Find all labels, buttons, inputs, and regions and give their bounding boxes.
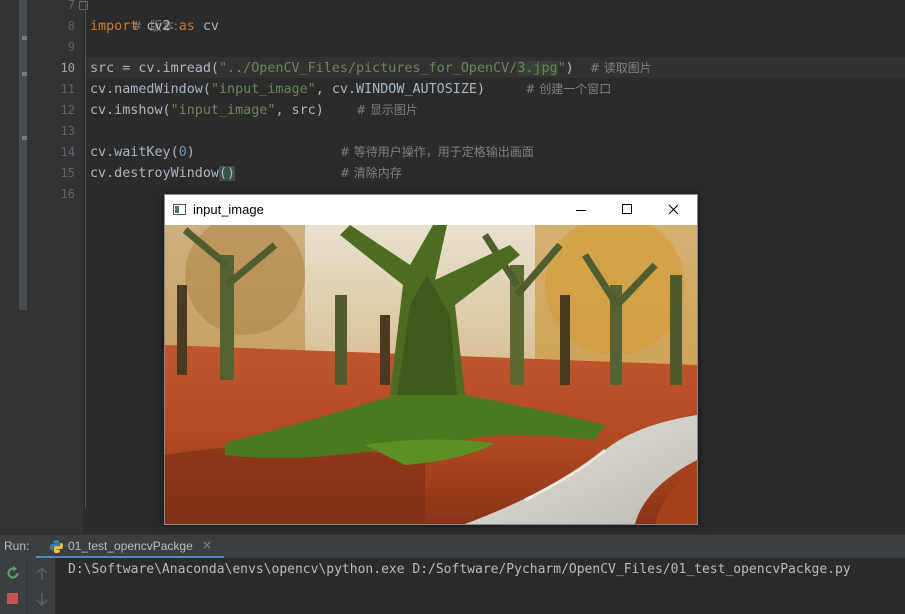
run-tab-label: 01_test_opencvPackge <box>68 539 193 553</box>
minimize-button[interactable] <box>558 195 604 225</box>
run-console[interactable]: D:\Software\Anaconda\envs\opencv\python.… <box>0 558 905 614</box>
line-number: 7 <box>67 0 75 12</box>
code-line-10[interactable]: src = cv.imread("../OpenCV_Files/picture… <box>90 58 652 79</box>
code-text: cv.imshow( <box>90 103 171 118</box>
gutter-marker-icon <box>22 136 27 140</box>
console-output-line: D:\Software\Anaconda\envs\opencv\python.… <box>68 562 851 577</box>
code-number: 0 <box>178 145 187 160</box>
arrow-up-icon[interactable] <box>34 566 50 582</box>
fold-marker-icon[interactable] <box>79 1 88 10</box>
code-line-15[interactable]: cv.destroyWindow() # 清除内存 <box>90 163 402 184</box>
code-identifier: cv <box>194 19 219 34</box>
line-number-current: 10 <box>60 61 75 75</box>
window-titlebar[interactable]: input_image <box>165 195 697 225</box>
code-string: "../OpenCV_Files/pictures_for_OpenCV/ <box>219 61 518 76</box>
code-paren-match: () <box>219 166 236 181</box>
gutter-marker-icon <box>22 36 27 40</box>
line-number: 15 <box>60 166 75 180</box>
stop-icon[interactable] <box>7 593 18 604</box>
input-image-window[interactable]: input_image <box>164 194 698 525</box>
maximize-button[interactable] <box>604 195 650 225</box>
line-number: 13 <box>60 124 75 138</box>
arrow-down-icon[interactable] <box>34 591 50 607</box>
code-string-selected: 3.jpg <box>517 61 558 76</box>
rerun-icon[interactable] <box>5 565 21 581</box>
gutter-divider <box>85 0 86 508</box>
code-text: ) <box>565 61 590 76</box>
forest-stream-photo <box>165 225 697 524</box>
gutter-marker-icon <box>22 72 27 76</box>
code-line-12[interactable]: cv.imshow("input_image", src) # 显示图片 <box>90 100 418 121</box>
line-number: 16 <box>60 187 75 201</box>
displayed-image <box>165 225 697 524</box>
code-text: cv.waitKey( <box>90 145 179 160</box>
code-string: " <box>557 61 566 76</box>
run-panel-label: Run: <box>4 539 30 553</box>
code-comment: # 等待用户操作，用于定格输出画面 <box>339 145 534 159</box>
window-title: input_image <box>193 202 264 217</box>
code-line-8[interactable]: import cv2 as cv <box>90 16 219 37</box>
run-toolbar <box>0 558 27 614</box>
code-comment: # 创建一个窗口 <box>525 82 612 96</box>
editor-scrollbar-thumb[interactable] <box>19 0 27 310</box>
code-keyword: import <box>90 19 139 34</box>
python-icon <box>50 540 63 553</box>
code-text: cv.destroyWindow <box>90 166 219 181</box>
code-identifier: cv2 <box>138 19 179 34</box>
code-comment: # 读取图片 <box>589 61 652 75</box>
code-keyword: as <box>178 19 195 34</box>
line-number-gutter: 7 8 9 10 11 12 13 14 15 16 <box>27 0 88 534</box>
run-panel-header: Run: 01_test_opencvPackge × <box>0 534 905 559</box>
code-text: src = cv.imread( <box>90 61 219 76</box>
code-string: "input_image" <box>170 103 276 118</box>
code-text: cv.namedWindow( <box>90 82 211 97</box>
line-number: 12 <box>60 103 75 117</box>
code-comment: # 显示图片 <box>356 103 418 117</box>
code-text: , src) <box>275 103 357 118</box>
code-line-14[interactable]: cv.waitKey(0) # 等待用户操作，用于定格输出画面 <box>90 142 534 163</box>
code-line-7[interactable]: # 版本: <box>100 0 178 33</box>
code-comment: # 清除内存 <box>339 166 402 180</box>
line-number: 8 <box>67 19 75 33</box>
line-number: 11 <box>60 82 75 96</box>
line-number: 14 <box>60 145 75 159</box>
close-button[interactable] <box>650 195 696 225</box>
run-toolbar-secondary <box>27 558 55 614</box>
window-app-icon <box>173 204 186 215</box>
code-string: "input_image" <box>210 82 316 97</box>
line-number: 9 <box>67 40 75 54</box>
code-line-11[interactable]: cv.namedWindow("input_image", cv.WINDOW_… <box>90 79 611 100</box>
code-text: ) <box>186 145 340 160</box>
tab-close-icon[interactable]: × <box>202 538 212 552</box>
code-text: , cv.WINDOW_AUTOSIZE) <box>315 82 526 97</box>
